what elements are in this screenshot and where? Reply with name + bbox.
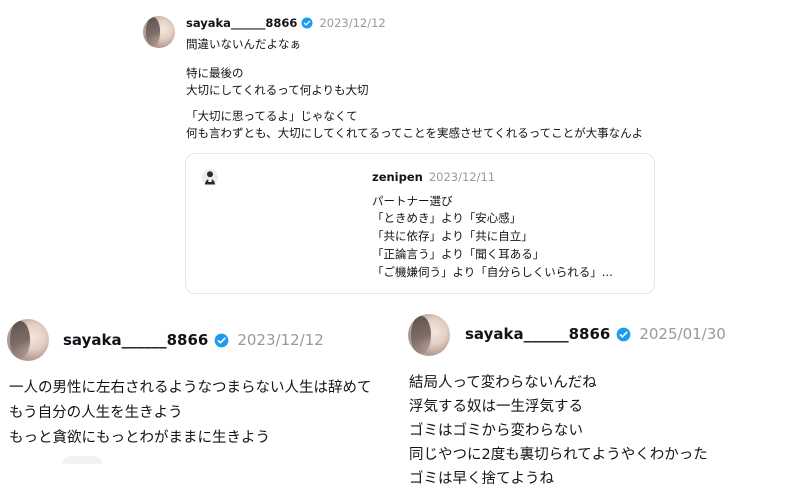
verified-badge-icon [301, 17, 313, 29]
quoted-post-date[interactable]: 2023/12/11 [429, 170, 495, 184]
post-text-line: 大切にしてくれるって何よりも大切 [186, 83, 369, 97]
post-text-line: もっと貪欲にもっとわがままに生きよう [9, 430, 270, 446]
quoted-text-line: 「正論言う」より「聞く耳ある」 [372, 247, 545, 261]
quoted-post-header: zenipen 2023/12/11 [372, 168, 495, 186]
partial-avatar-cutoff [62, 456, 102, 464]
quoted-text-line: パートナー選び [372, 194, 453, 208]
quoted-post-card[interactable]: zenipen 2023/12/11 パートナー選び 「ときめき」より「安心感」… [185, 153, 655, 294]
post-header: sayaka______8866 2023/12/12 [63, 329, 324, 351]
username[interactable]: sayaka______8866 [465, 325, 610, 343]
post-text-line: 一人の男性に左右されるようなつまらない人生は辞めて [9, 380, 372, 396]
avatar[interactable] [143, 16, 175, 48]
post-date[interactable]: 2023/12/12 [237, 331, 323, 349]
post-date[interactable]: 2023/12/12 [319, 16, 385, 30]
post-text-line: 間違いないんだよなぁ [186, 37, 301, 51]
avatar[interactable] [408, 314, 450, 356]
post-text-line: 結局人って変わらないんだね [409, 375, 597, 391]
verified-badge-icon [616, 327, 631, 341]
zenipen-avatar-icon [202, 169, 218, 185]
quoted-username[interactable]: zenipen [372, 170, 423, 184]
post-header: sayaka______8866 2025/01/30 [465, 323, 726, 345]
post-text-line: 「大切に思ってるよ」じゃなくて [186, 109, 358, 123]
post-text-line: 特に最後の [186, 66, 244, 80]
post-text-line: もう自分の人生を生きよう [9, 405, 183, 421]
avatar[interactable] [7, 319, 49, 361]
quoted-text-line: 「ときめき」より「安心感」 [372, 211, 522, 225]
post-text-line: ゴミはゴミから変わらない [409, 423, 583, 439]
post-text-line: 浮気する奴は一生浮気する [409, 399, 583, 415]
post-text-line: 何も言わずとも、大切にしてくれてるってことを実感させてくれるってことが大事なんよ [186, 126, 644, 140]
quoted-text-line: 「共に依存」より「共に自立」 [372, 229, 533, 243]
post-header: sayaka______8866 2023/12/12 [186, 14, 386, 32]
username[interactable]: sayaka______8866 [186, 16, 297, 30]
post-text-line: 同じやつに2度も裏切られてようやくわかった [409, 447, 708, 463]
quoted-text-line: 「ご機嫌伺う」より「自分らしくいられる」... [372, 265, 613, 279]
verified-badge-icon [214, 333, 229, 347]
post-text-line: ゴミは早く捨てようね [409, 471, 554, 487]
username[interactable]: sayaka______8866 [63, 331, 208, 349]
post-date[interactable]: 2025/01/30 [639, 325, 725, 343]
